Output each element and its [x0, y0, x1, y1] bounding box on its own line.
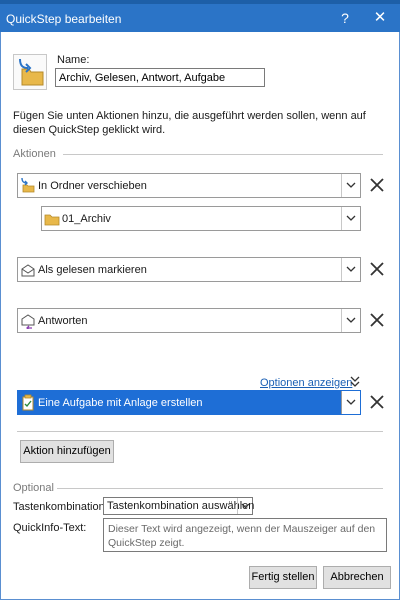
tooltip-textarea[interactable]: Dieser Text wird angezeigt, wenn der Mau… [103, 518, 387, 552]
folder-dropdown-archive[interactable]: 01_Archiv [41, 206, 361, 231]
chevron-down-icon[interactable] [341, 174, 360, 197]
move-to-folder-icon [20, 177, 36, 194]
action-label-reply: Antworten [38, 315, 88, 327]
intro-text: Fügen Sie unten Aktionen hinzu, die ausg… [13, 110, 366, 136]
quickstep-icon[interactable] [13, 54, 47, 90]
action-dropdown-mark-read[interactable]: Als gelesen markieren [17, 257, 361, 282]
show-options-link[interactable]: Optionen anzeigen [260, 377, 352, 389]
cancel-button[interactable]: Abbrechen [323, 566, 391, 589]
title-bar: QuickStep bearbeiten ? ✕ [0, 4, 400, 32]
chevron-down-icon[interactable] [341, 258, 360, 281]
dialog-body: Name: Fügen Sie unten Aktionen hinzu, di… [0, 32, 400, 600]
action-dropdown-move-to-folder[interactable]: In Ordner verschieben [17, 173, 361, 198]
action-dropdown-reply[interactable]: Antworten [17, 308, 361, 333]
optional-section-label: Optional [13, 482, 54, 494]
shortcut-combobox[interactable]: Tastenkombination auswählen [103, 497, 255, 515]
add-action-button[interactable]: Aktion hinzufügen [20, 440, 114, 463]
delete-action-reply-icon[interactable] [368, 311, 386, 329]
chevron-down-icon[interactable] [341, 309, 360, 332]
actions-section-label: Aktionen [13, 148, 56, 160]
delete-action-move-icon[interactable] [368, 176, 386, 194]
action-label-move-to-folder: In Ordner verschieben [38, 180, 147, 192]
action-label-mark-read: Als gelesen markieren [38, 264, 147, 276]
chevron-down-icon[interactable] [341, 391, 360, 414]
delete-action-read-icon[interactable] [368, 260, 386, 278]
name-label: Name: [57, 54, 90, 66]
shortcut-value: Tastenkombination auswählen [107, 500, 255, 512]
actions-divider [63, 154, 383, 155]
action-label-create-task: Eine Aufgabe mit Anlage erstellen [38, 397, 203, 409]
chevron-down-icon[interactable] [237, 498, 252, 514]
folder-label-archive: 01_Archiv [62, 213, 111, 225]
task-icon [20, 394, 36, 411]
double-chevron-down-icon[interactable] [350, 376, 360, 388]
delete-action-task-icon[interactable] [368, 393, 386, 411]
finish-button[interactable]: Fertig stellen [249, 566, 317, 589]
envelope-open-icon [20, 261, 36, 278]
shortcut-label: Tastenkombination: [13, 501, 108, 513]
folder-icon [44, 210, 60, 227]
action-dropdown-create-task[interactable]: Eine Aufgabe mit Anlage erstellen [17, 390, 361, 415]
window-title: QuickStep bearbeiten [6, 12, 122, 26]
chevron-down-icon[interactable] [341, 207, 360, 230]
actions-bottom-divider [17, 431, 383, 432]
tooltip-label: QuickInfo-Text: [13, 522, 87, 534]
name-input[interactable] [55, 68, 265, 87]
help-button[interactable]: ? [334, 8, 356, 28]
reply-icon [20, 312, 36, 331]
optional-divider [57, 488, 383, 489]
close-button[interactable]: ✕ [369, 8, 391, 28]
